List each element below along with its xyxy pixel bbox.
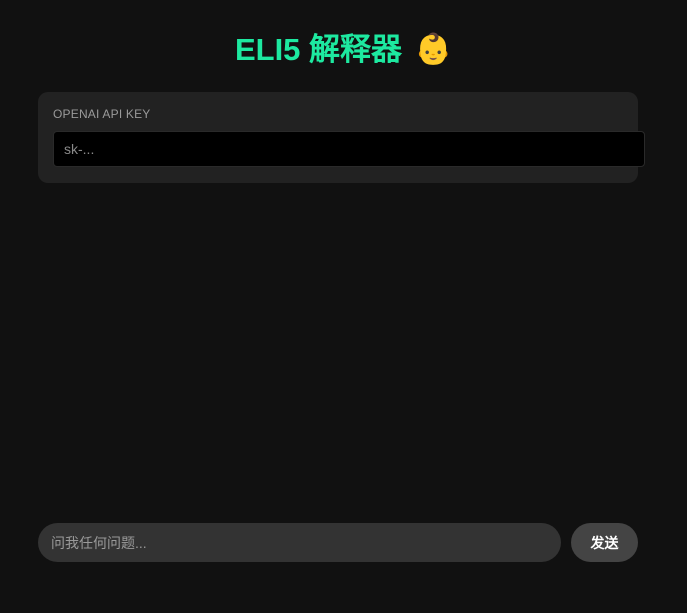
question-input[interactable]	[38, 523, 561, 562]
api-key-input[interactable]	[53, 131, 645, 167]
baby-icon: 👶	[414, 33, 453, 66]
api-key-card: OPENAI API KEY	[38, 92, 645, 183]
api-key-label: OPENAI API KEY	[53, 107, 151, 121]
send-button[interactable]: 发送	[571, 523, 638, 562]
app-page: ELI5 解释器 👶 OPENAI API KEY 发送	[0, 0, 687, 613]
chat-input-row: 发送	[38, 523, 638, 562]
page-title-text: ELI5 解释器	[234, 32, 403, 67]
page-title: ELI5 解释器 👶	[0, 26, 687, 74]
